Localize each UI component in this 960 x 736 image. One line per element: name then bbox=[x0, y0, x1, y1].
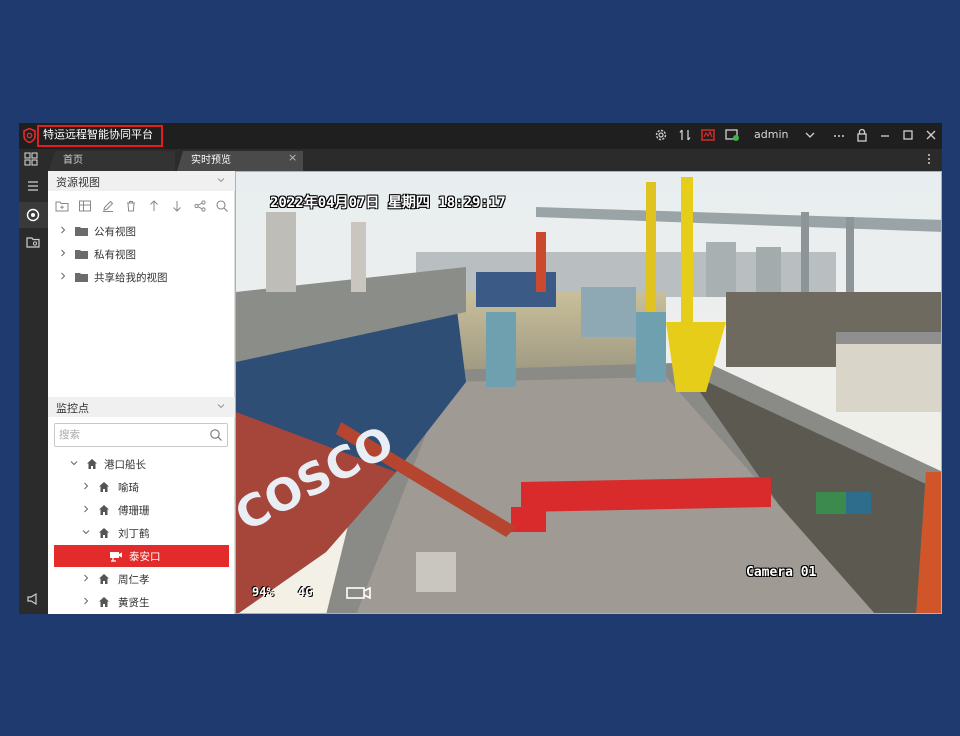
tree-node-group[interactable]: 港口船长 bbox=[48, 454, 235, 474]
resource-panel: 资源视图 公有视图 私有视图 共享给我的视图 监控点 搜索 港口船长 喻琦 傅珊… bbox=[48, 171, 235, 614]
region-home-icon bbox=[99, 528, 109, 538]
file-folder-icon[interactable] bbox=[25, 234, 41, 250]
chevron-right-icon[interactable] bbox=[82, 482, 90, 490]
chevron-right-icon[interactable] bbox=[82, 505, 90, 513]
app-logo-icon bbox=[23, 128, 36, 143]
left-rail bbox=[19, 171, 48, 614]
region-home-icon bbox=[99, 482, 109, 492]
apps-grid-icon[interactable] bbox=[24, 152, 38, 166]
tree-item-label: 共享给我的视图 bbox=[94, 272, 168, 284]
osd-battery: 94% bbox=[252, 585, 274, 599]
tree-node-label: 黄贤生 bbox=[118, 597, 150, 609]
chevron-down-icon[interactable] bbox=[216, 401, 226, 411]
chevron-down-icon[interactable] bbox=[82, 528, 90, 536]
chevron-right-icon[interactable] bbox=[59, 226, 67, 234]
resource-toolbar bbox=[48, 197, 235, 215]
add-view-icon[interactable] bbox=[78, 199, 92, 213]
tree-node-label: 港口船长 bbox=[104, 459, 146, 471]
region-home-icon bbox=[99, 505, 109, 515]
folder-icon bbox=[75, 273, 88, 282]
tab-live-preview[interactable]: 实时预览 bbox=[177, 151, 303, 171]
resource-view-header[interactable]: 资源视图 bbox=[48, 171, 235, 191]
tab-home[interactable]: 首页 bbox=[49, 151, 175, 171]
osd-datetime: 2022年04月07日 星期四 18:29:17 bbox=[270, 195, 506, 211]
folder-icon bbox=[75, 250, 88, 259]
transfer-icon[interactable] bbox=[677, 127, 693, 143]
chevron-down-icon[interactable] bbox=[70, 459, 78, 467]
monitor-search-input[interactable] bbox=[59, 427, 199, 443]
alarm-monitor-icon[interactable] bbox=[700, 127, 716, 143]
chevron-right-icon[interactable] bbox=[82, 574, 90, 582]
announcement-icon[interactable] bbox=[25, 591, 41, 607]
tab-live-preview-label: 实时预览 bbox=[191, 155, 231, 166]
region-home-icon bbox=[87, 459, 97, 469]
tree-item-public-view[interactable]: 公有视图 bbox=[48, 221, 235, 241]
more-icon[interactable] bbox=[831, 127, 847, 143]
tree-item-shared-view[interactable]: 共享给我的视图 bbox=[48, 267, 235, 287]
monitor-points-title: 监控点 bbox=[56, 402, 89, 415]
region-home-icon bbox=[99, 574, 109, 584]
tree-node-label: 泰安口 bbox=[129, 551, 161, 563]
tree-item-private-view[interactable]: 私有视图 bbox=[48, 244, 235, 264]
chevron-right-icon[interactable] bbox=[59, 272, 67, 280]
maximize-icon[interactable] bbox=[900, 127, 916, 143]
region-home-icon bbox=[99, 597, 109, 607]
chevron-right-icon[interactable] bbox=[59, 249, 67, 257]
lock-icon[interactable] bbox=[854, 127, 870, 143]
title-bar: 特运远程智能协同平台 admin bbox=[19, 123, 942, 149]
tree-item-label: 私有视图 bbox=[94, 249, 136, 261]
tree-node[interactable]: 黄贤生 bbox=[48, 592, 235, 612]
move-up-icon[interactable] bbox=[147, 199, 161, 213]
list-menu-icon[interactable] bbox=[25, 178, 41, 194]
chevron-down-icon[interactable] bbox=[216, 175, 226, 185]
tree-node[interactable]: 傅珊珊 bbox=[48, 500, 235, 520]
edit-icon[interactable] bbox=[101, 199, 115, 213]
camera-preview-icon[interactable] bbox=[25, 207, 41, 223]
monitor-search-box bbox=[54, 423, 228, 447]
chevron-right-icon[interactable] bbox=[82, 597, 90, 605]
tree-node-selected-camera[interactable]: 泰安口 bbox=[54, 545, 229, 567]
share-icon[interactable] bbox=[193, 199, 207, 213]
move-down-icon[interactable] bbox=[170, 199, 184, 213]
tree-node-label: 傅珊珊 bbox=[118, 505, 150, 517]
tree-item-label: 公有视图 bbox=[94, 226, 136, 238]
tree-node[interactable]: 刘丁鹤 bbox=[48, 523, 235, 543]
camera-icon bbox=[110, 552, 122, 562]
username-label[interactable]: admin bbox=[754, 128, 788, 141]
search-icon[interactable] bbox=[209, 428, 223, 442]
user-dropdown-chevron-icon[interactable] bbox=[802, 127, 818, 143]
folder-icon bbox=[75, 227, 88, 236]
tree-node-label: 刘丁鹤 bbox=[118, 528, 150, 540]
shipyard-camera-feed: COSCO bbox=[236, 172, 941, 613]
app-window: 特运远程智能协同平台 admin 首页 实时预览 × 资源视图 公有视图 私有视… bbox=[19, 123, 942, 614]
osd-network: 4G bbox=[298, 585, 313, 599]
close-icon[interactable] bbox=[923, 127, 939, 143]
tree-node[interactable]: 喻琦 bbox=[48, 477, 235, 497]
tab-more-icon[interactable] bbox=[927, 153, 931, 165]
minimize-icon[interactable] bbox=[877, 127, 893, 143]
recording-camera-icon bbox=[346, 586, 371, 600]
osd-camera-name: Camera 01 bbox=[746, 565, 817, 580]
app-title: 特运远程智能协同平台 bbox=[43, 128, 153, 141]
resource-view-title: 资源视图 bbox=[56, 176, 100, 189]
tab-home-label: 首页 bbox=[63, 155, 83, 166]
add-folder-icon[interactable] bbox=[55, 199, 69, 213]
monitor-points-header[interactable]: 监控点 bbox=[48, 397, 235, 417]
tab-close-button[interactable]: × bbox=[288, 151, 297, 164]
live-video-pane[interactable]: COSCO 2022年04月07日 星期四 18:29:17 Camera 01… bbox=[235, 171, 942, 614]
tree-node-label: 喻琦 bbox=[118, 482, 139, 494]
screen-status-icon[interactable] bbox=[724, 127, 740, 143]
settings-icon[interactable] bbox=[653, 127, 669, 143]
delete-icon[interactable] bbox=[124, 199, 138, 213]
tree-node[interactable]: 周仁孝 bbox=[48, 569, 235, 589]
search-icon[interactable] bbox=[215, 199, 229, 213]
tree-node-label: 周仁孝 bbox=[118, 574, 150, 586]
